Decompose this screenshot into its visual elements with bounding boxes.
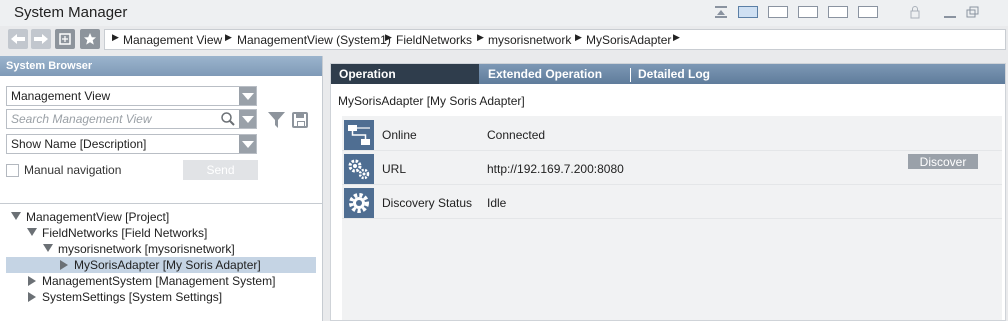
- navigation-bar: ▶ Management View ▶ ManagementView (Syst…: [0, 26, 1008, 54]
- title-bar: System Manager: [0, 0, 1008, 26]
- manual-navigation-label: Manual navigation: [24, 163, 122, 177]
- property-value: http://192.169.7.200:8080: [487, 162, 624, 176]
- breadcrumb[interactable]: ▶ Management View ▶ ManagementView (Syst…: [104, 29, 1006, 50]
- restore-icon[interactable]: [966, 6, 980, 20]
- layout-single-icon[interactable]: [858, 6, 878, 18]
- expand-down-icon[interactable]: [11, 212, 21, 220]
- layout-grid-icon[interactable]: [738, 6, 758, 18]
- tree-item-systemsettings[interactable]: SystemSettings [System Settings]: [8, 289, 308, 305]
- tree-item-label: ManagementView [Project]: [26, 210, 170, 224]
- expand-down-icon[interactable]: [43, 244, 53, 252]
- gear-icon: [344, 188, 374, 218]
- app-title: System Manager: [14, 4, 128, 21]
- display-mode-select[interactable]: Show Name [Description]: [6, 134, 257, 154]
- chevron-right-icon: ▶: [225, 32, 232, 42]
- discover-button[interactable]: Discover: [908, 154, 978, 169]
- expand-right-icon[interactable]: [28, 276, 36, 286]
- property-label: URL: [382, 162, 407, 176]
- chevron-right-icon: ▶: [673, 32, 680, 42]
- breadcrumb-item[interactable]: MySorisAdapter: [586, 33, 671, 47]
- tree-item-managementsystem[interactable]: ManagementSystem [Management System]: [8, 273, 308, 289]
- search-icon[interactable]: [220, 111, 236, 127]
- forward-arrow-icon[interactable]: [31, 29, 51, 49]
- tree-item-label: mysorisnetwork [mysorisnetwork]: [58, 242, 235, 256]
- breadcrumb-item[interactable]: ManagementView (System1): [237, 33, 391, 47]
- tab-extended-operation[interactable]: Extended Operation: [488, 64, 628, 84]
- tree-item-mysorisadapter[interactable]: MySorisAdapter [My Soris Adapter]: [6, 257, 316, 273]
- layout-collapse-icon[interactable]: [714, 6, 728, 18]
- property-row-url: URL http://192.169.7.200:8080: [342, 152, 1002, 185]
- network-icon: [344, 120, 374, 150]
- layout-quad-icon[interactable]: [828, 6, 848, 18]
- search-input[interactable]: Search Management View: [6, 109, 257, 129]
- tree-item-mysorisnetwork[interactable]: mysorisnetwork [mysorisnetwork]: [8, 241, 308, 257]
- tab-detailed-log[interactable]: Detailed Log: [638, 64, 778, 84]
- object-title: MySorisAdapter [My Soris Adapter]: [338, 94, 525, 108]
- tree-item-fieldnetworks[interactable]: FieldNetworks [Field Networks]: [8, 225, 308, 241]
- tab-bar: Operation Extended Operation Detailed Lo…: [331, 64, 1005, 84]
- home-icon[interactable]: [55, 29, 75, 49]
- chevron-right-icon: ▶: [575, 32, 582, 42]
- view-select-value: Management View: [11, 89, 111, 103]
- tree-item-label: FieldNetworks [Field Networks]: [42, 226, 208, 240]
- expand-right-icon[interactable]: [28, 292, 36, 302]
- chevron-right-icon: ▶: [112, 32, 119, 42]
- property-list: Online Connected URL http://192.169.7.20…: [342, 116, 1002, 320]
- filter-icon[interactable]: [268, 112, 285, 128]
- chevron-right-icon: ▶: [477, 32, 484, 42]
- expand-down-icon[interactable]: [27, 228, 37, 236]
- send-button[interactable]: Send: [183, 160, 258, 180]
- chevron-down-icon[interactable]: [239, 87, 256, 105]
- lock-icon[interactable]: [910, 6, 920, 20]
- chevron-down-icon[interactable]: [239, 135, 256, 153]
- layout-split-vertical-icon[interactable]: [798, 6, 818, 18]
- property-value: Idle: [487, 196, 507, 210]
- back-arrow-icon[interactable]: [8, 29, 28, 49]
- breadcrumb-item[interactable]: FieldNetworks: [396, 33, 472, 47]
- property-row-online: Online Connected: [342, 118, 1002, 151]
- property-label: Online: [382, 128, 417, 142]
- gears-icon: [344, 154, 374, 184]
- system-browser-header: System Browser: [0, 56, 322, 76]
- breadcrumb-item[interactable]: mysorisnetwork: [488, 33, 571, 47]
- breadcrumb-item[interactable]: Management View: [123, 33, 222, 47]
- favorite-star-icon[interactable]: [80, 29, 100, 49]
- divider: [0, 203, 322, 204]
- minimize-icon[interactable]: [943, 6, 957, 20]
- save-icon[interactable]: [292, 112, 308, 128]
- chevron-right-icon: ▶: [385, 32, 392, 42]
- chevron-down-icon[interactable]: [239, 110, 256, 128]
- property-value: Connected: [487, 128, 546, 142]
- property-label: Discovery Status: [382, 196, 473, 210]
- tree-item-label: ManagementSystem [Management System]: [42, 274, 276, 288]
- operation-panel: Operation Extended Operation Detailed Lo…: [330, 63, 1006, 321]
- property-row-discovery-status: Discovery Status Idle: [342, 186, 1002, 219]
- tree-item-managementview[interactable]: ManagementView [Project]: [8, 209, 308, 225]
- tab-operation[interactable]: Operation: [331, 64, 479, 84]
- search-placeholder: Search Management View: [11, 112, 152, 126]
- manual-navigation-checkbox[interactable]: [6, 164, 19, 177]
- layout-split-horizontal-icon[interactable]: [768, 6, 788, 18]
- expand-right-icon[interactable]: [60, 260, 68, 270]
- tree-item-label: SystemSettings [System Settings]: [42, 290, 223, 304]
- tree-item-label: MySorisAdapter [My Soris Adapter]: [74, 258, 261, 272]
- tab-separator: [630, 68, 631, 82]
- view-select[interactable]: Management View: [6, 86, 257, 106]
- display-mode-value: Show Name [Description]: [11, 137, 147, 151]
- system-browser-panel: System Browser Management View Search Ma…: [0, 56, 323, 321]
